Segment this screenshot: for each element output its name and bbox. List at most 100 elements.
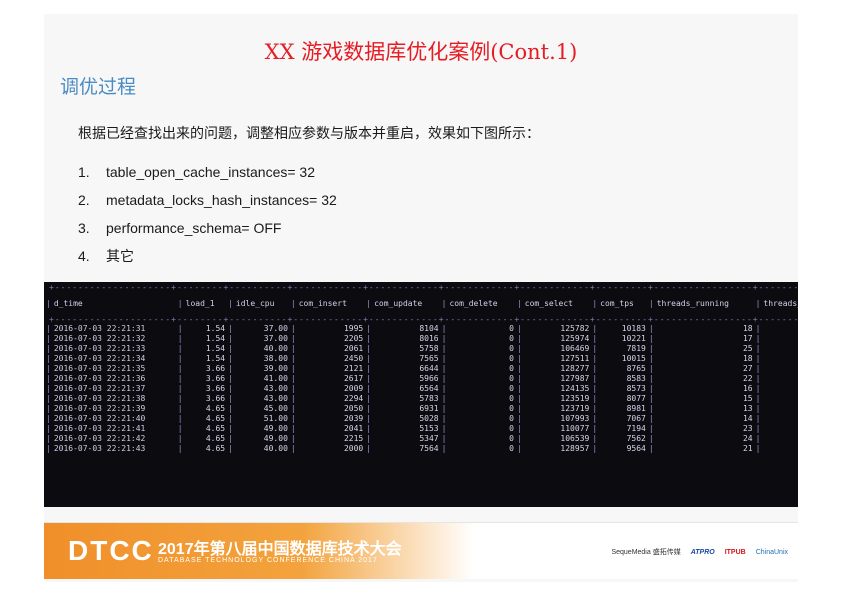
table-cell: 2016-07-03 22:21:41 <box>53 424 146 433</box>
column-header: com_update <box>374 299 423 308</box>
column-divider: | <box>755 384 761 393</box>
table-cell: 9564 <box>626 444 646 453</box>
table-cell: 8016 <box>419 334 439 343</box>
table-cell: 2215 <box>343 434 364 443</box>
column-header: com_select <box>524 299 573 308</box>
column-divider: | <box>648 324 654 333</box>
table-cell: 1012 <box>760 364 798 374</box>
column-divider: | <box>228 424 233 433</box>
table-cell: 2294 <box>343 394 364 403</box>
table-cell: 128277 <box>560 364 590 373</box>
table-cell: 8765 <box>626 364 646 373</box>
table-cell: 2016-07-03 22:21:39 <box>53 404 146 413</box>
table-cell: 1.54 <box>205 334 226 343</box>
table-cell: 45.00 <box>263 404 288 413</box>
table-row: | 2016-07-03 22:21:43 | 4.65 | 40.00 | 2000 | 756… <box>46 444 798 454</box>
separator-line: +--------------------+--------+---------… <box>49 283 798 292</box>
table-cell: 7564 <box>419 444 439 453</box>
table-cell: 8573 <box>626 384 646 393</box>
table-separator: +--------------------+--------+---------… <box>46 316 798 324</box>
table-cell: 7819 <box>626 344 646 353</box>
table-cell: 2617 <box>343 374 364 383</box>
column-divider: | <box>46 384 51 393</box>
column-divider: | <box>755 324 761 333</box>
column-divider: | <box>366 404 372 413</box>
column-divider: | <box>755 424 761 433</box>
table-cell: 1012 <box>760 394 798 404</box>
column-divider: | <box>177 434 183 443</box>
column-divider: | <box>366 344 372 353</box>
table-cell: 1.54 <box>205 354 226 363</box>
column-divider: | <box>648 394 654 403</box>
table-cell: 5028 <box>419 414 439 423</box>
column-divider: | <box>648 404 654 413</box>
table-cell: 5153 <box>419 424 439 433</box>
table-cell: 18 <box>742 324 753 333</box>
column-divider: | <box>177 374 183 383</box>
table-row: | 2016-07-03 22:21:37 | 3.66 | 43.00 | 2009 | 656… <box>46 384 798 394</box>
column-divider: | <box>648 374 654 383</box>
column-divider: | <box>228 334 233 343</box>
column-header: load_1 <box>185 299 215 308</box>
column-divider: | <box>46 444 51 453</box>
list-number: 1. <box>78 164 90 180</box>
table-cell: 0 <box>509 414 514 423</box>
column-divider: | <box>46 354 51 363</box>
table-cell: 8077 <box>626 394 646 403</box>
sponsor-logos: SequeMedia 盛拓传媒 ATPRO ITPUB ChinaUnix <box>611 547 788 557</box>
column-divider: | <box>366 424 372 433</box>
table-cell: 2016-07-03 22:21:32 <box>53 334 146 343</box>
column-divider: | <box>228 374 233 383</box>
table-row: | 2016-07-03 22:21:33 | 1.54 | 40.00 | 2061 | 575… <box>46 344 798 354</box>
column-divider: | <box>177 384 183 393</box>
table-cell: 7067 <box>626 414 646 423</box>
column-divider: | <box>755 404 761 413</box>
table-cell: 1995 <box>343 324 364 333</box>
table-cell: 3.66 <box>205 374 226 383</box>
column-divider: | <box>228 384 233 393</box>
column-header: d_time <box>53 299 83 308</box>
table-cell: 49.00 <box>263 434 288 443</box>
column-divider: | <box>290 334 296 343</box>
column-divider: | <box>516 344 522 353</box>
table-cell: 22 <box>742 374 753 383</box>
column-divider: | <box>228 394 233 403</box>
column-header: com_tps <box>600 299 634 308</box>
table-cell: 10221 <box>621 334 646 343</box>
column-header: idle_cpu <box>235 299 275 308</box>
table-cell: 8583 <box>626 374 646 383</box>
table-cell: 5783 <box>419 394 439 403</box>
column-divider: | <box>290 324 296 333</box>
column-divider: | <box>46 364 51 373</box>
table-cell: 2016-07-03 22:21:36 <box>53 374 146 383</box>
column-divider: | <box>592 394 598 403</box>
column-divider: | <box>516 334 522 343</box>
column-divider: | <box>46 374 51 383</box>
table-cell: 24 <box>742 434 753 443</box>
column-divider: | <box>290 384 296 393</box>
table-cell: 2061 <box>343 344 364 353</box>
column-header: threads_running <box>656 299 729 308</box>
table-cell: 0 <box>509 394 514 403</box>
table-cell: 23 <box>742 424 753 433</box>
table-cell: 1012 <box>760 334 798 344</box>
slide-title: XX 游戏数据库优化案例(Cont.1) <box>264 40 578 64</box>
table-cell: 16 <box>742 384 753 393</box>
column-divider: | <box>755 344 761 353</box>
column-divider: | <box>290 374 296 383</box>
table-cell: 2041 <box>343 424 364 433</box>
table-cell: 0 <box>509 334 514 343</box>
table-row: | 2016-07-03 22:21:32 | 1.54 | 37.00 | 2205 | 801… <box>46 334 798 344</box>
table-cell: 6644 <box>419 364 439 373</box>
table-cell: 4.65 <box>205 414 226 423</box>
table-cell: 6564 <box>419 384 439 393</box>
table-cell: 2039 <box>343 414 364 423</box>
column-divider: | <box>46 424 51 433</box>
sponsor-itpub: ITPUB <box>724 548 746 556</box>
table-cell: 2000 <box>343 444 364 453</box>
column-divider: | <box>46 394 51 403</box>
table-cell: 2016-07-03 22:21:34 <box>53 354 146 363</box>
column-divider: | <box>648 434 654 443</box>
list-text: 其它 <box>106 248 134 264</box>
column-divider: | <box>516 444 522 453</box>
